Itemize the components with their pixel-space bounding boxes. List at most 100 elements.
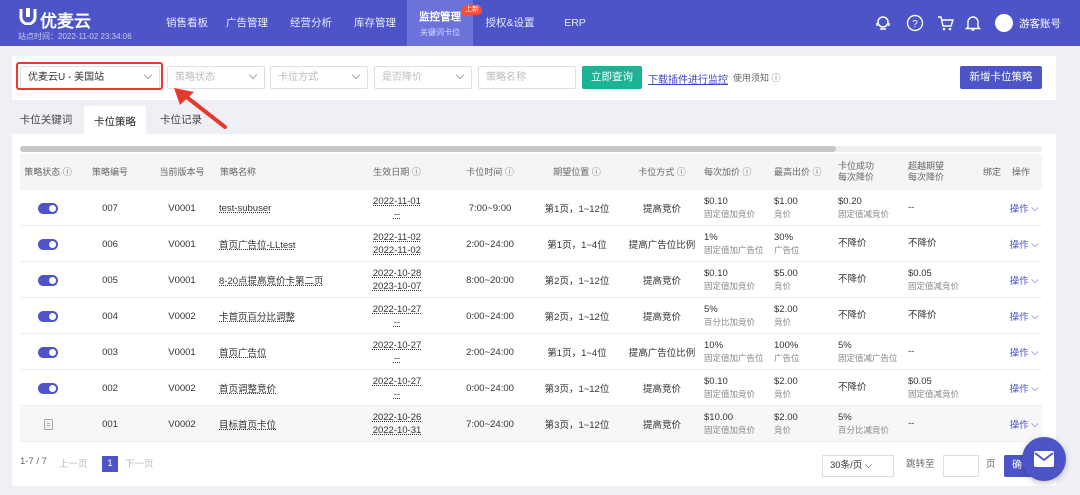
bell-icon[interactable] <box>964 14 982 32</box>
chevron-down-icon: ⌵ <box>1028 382 1039 394</box>
cell-add: 5% 百分比加竞价 <box>704 298 774 334</box>
cell-max-value: $5.00 <box>774 268 798 279</box>
date-start: 2022-11-02 <box>373 232 421 243</box>
cell-time: 8:00~20:00 <box>466 274 514 286</box>
chevron-down-icon: ⌵ <box>864 460 873 471</box>
strategy-name-input[interactable]: 策略名称 <box>478 66 576 89</box>
document-icon[interactable] <box>43 418 53 430</box>
action-label: 操作 <box>1009 276 1029 287</box>
horizontal-scrollbar[interactable] <box>20 146 1042 152</box>
avatar[interactable] <box>995 14 1013 32</box>
strategy-name-link[interactable]: 卡首页百分比调整 <box>219 309 295 323</box>
highlight-box <box>16 62 163 90</box>
prev-page[interactable]: 上一页 <box>59 456 88 470</box>
strategy-name-link[interactable]: 8-20点提高竞价卡第二页 <box>219 273 324 287</box>
page-unit: 页 <box>986 459 996 470</box>
action-menu[interactable]: 操作 ⌵ <box>1006 334 1042 370</box>
cell-method: 提高竞价 <box>642 384 681 395</box>
strategy-name-link[interactable]: test-subuser <box>219 203 271 214</box>
action-menu[interactable]: 操作 ⌵ <box>1006 298 1042 334</box>
nav-sales-dashboard[interactable]: 销售看板 <box>150 0 224 46</box>
th-time: 卡位时间 ⓘ <box>448 154 532 190</box>
cell-sub: 固定值减广告位 <box>838 353 898 363</box>
status-toggle[interactable] <box>38 310 58 322</box>
cell-success-value: 不降价 <box>838 310 867 321</box>
action-menu[interactable]: 操作 ⌵ <box>1006 262 1042 298</box>
nav-inventory[interactable]: 库存管理 <box>344 0 406 46</box>
status-toggle[interactable] <box>38 202 58 214</box>
method-select[interactable]: 卡位方式 <box>270 66 368 89</box>
method-select-placeholder: 卡位方式 <box>278 72 318 83</box>
action-menu[interactable]: 操作 ⌵ <box>1006 190 1042 226</box>
status-toggle[interactable] <box>38 382 58 394</box>
status-toggle[interactable] <box>38 346 58 358</box>
cell-status <box>20 334 76 370</box>
nav-monitoring-subtitle: 关键词卡位 <box>420 28 460 37</box>
chevron-down-icon: ⌵ <box>1028 274 1039 286</box>
cell-sub: 竞价 <box>774 209 792 219</box>
nav-monitoring[interactable]: 监控管理 关键词卡位 上新 <box>407 0 482 46</box>
action-menu[interactable]: 操作 ⌵ <box>1006 226 1042 262</box>
cell-version: V0001 <box>168 202 196 214</box>
nav-business-analysis[interactable]: 经营分析 <box>280 0 342 46</box>
cell-id: 004 <box>102 310 118 322</box>
cell-add: 10% 固定值加广告位 <box>704 334 774 370</box>
scrollbar-thumb[interactable] <box>20 146 836 152</box>
status-toggle[interactable] <box>38 274 58 286</box>
action-label: 操作 <box>1009 312 1029 323</box>
site-time: 站点时间：2022-11-02 23:34:06 <box>18 32 132 41</box>
th-method: 卡位方式 ⓘ <box>622 154 702 190</box>
cell-exceed: -- <box>908 334 978 370</box>
lower-price-select[interactable]: 是否降价 <box>374 66 472 89</box>
cell-sub: 固定值加竞价 <box>704 425 756 435</box>
usage-notice[interactable]: 使用须知 ⓘ <box>733 71 781 84</box>
status-toggle[interactable] <box>38 238 58 250</box>
cell-max: 30% 广告位 <box>774 226 838 262</box>
query-button[interactable]: 立即查询 <box>582 66 642 89</box>
nav-ad-management[interactable]: 广告管理 <box>216 0 278 46</box>
cell-max: $1.00 竞价 <box>774 190 838 226</box>
cell-version: V0002 <box>168 382 196 394</box>
tab-strategy[interactable]: 卡位策略 <box>84 106 146 134</box>
th-action: 操作 <box>1011 166 1030 177</box>
cell-add: 1% 固定值加广告位 <box>704 226 774 262</box>
strategy-name-link[interactable]: 目标首页卡位 <box>219 417 276 431</box>
cell-sub: 固定值加竞价 <box>704 281 756 291</box>
strategy-name-link[interactable]: 首页广告位 <box>219 345 267 359</box>
tab-records[interactable]: 卡位记录 <box>150 106 212 134</box>
action-menu[interactable]: 操作 ⌵ <box>1006 406 1042 442</box>
strategy-name-link[interactable]: 首页调整竞价 <box>219 381 276 395</box>
page-current[interactable]: 1 <box>102 456 118 472</box>
action-label: 操作 <box>1009 420 1029 431</box>
nav-erp[interactable]: ERP <box>556 0 594 46</box>
tab-keywords[interactable]: 卡位关键词 <box>12 106 80 134</box>
cell-add-value: $0.10 <box>704 268 728 279</box>
chevron-down-icon: ⌵ <box>1028 202 1039 214</box>
cell-success: $0.20 固定值减竞价 <box>838 190 908 226</box>
date-end: -- <box>393 317 401 328</box>
next-page[interactable]: 下一页 <box>125 456 154 470</box>
download-plugin-link[interactable]: 下载插件进行监控 <box>648 71 728 86</box>
new-strategy-button[interactable]: 新增卡位策略 <box>960 66 1042 89</box>
info-icon: ⓘ <box>62 166 72 177</box>
cell-sub: 广告位 <box>774 245 800 255</box>
chevron-down-icon: ⌵ <box>1028 418 1039 430</box>
support-icon[interactable] <box>874 14 892 32</box>
chat-button[interactable] <box>1022 437 1066 481</box>
th-status: 策略状态 ⓘ <box>20 154 76 190</box>
jump-page-input[interactable] <box>943 455 979 477</box>
action-label: 操作 <box>1009 204 1029 215</box>
user-name[interactable]: 游客账号 <box>1019 16 1061 31</box>
logo-text[interactable]: 优麦云 <box>40 7 91 32</box>
nav-auth-settings[interactable]: 授权&设置 <box>478 0 542 46</box>
action-menu[interactable]: 操作 ⌵ <box>1006 370 1042 406</box>
cell-exceed-value: -- <box>908 346 915 357</box>
th-time-label: 卡位时间 <box>466 166 503 177</box>
info-icon: ⓘ <box>742 166 752 177</box>
cell-method: 提高广告位比例 <box>628 348 696 359</box>
page-size-select[interactable]: 30条/页 ⌵ <box>822 455 894 477</box>
help-icon[interactable]: ? <box>906 14 924 32</box>
strategy-name-link[interactable]: 首页广告位-LLtest <box>219 237 296 251</box>
cart-icon[interactable] <box>936 14 954 32</box>
info-icon: ⓘ <box>676 166 686 177</box>
